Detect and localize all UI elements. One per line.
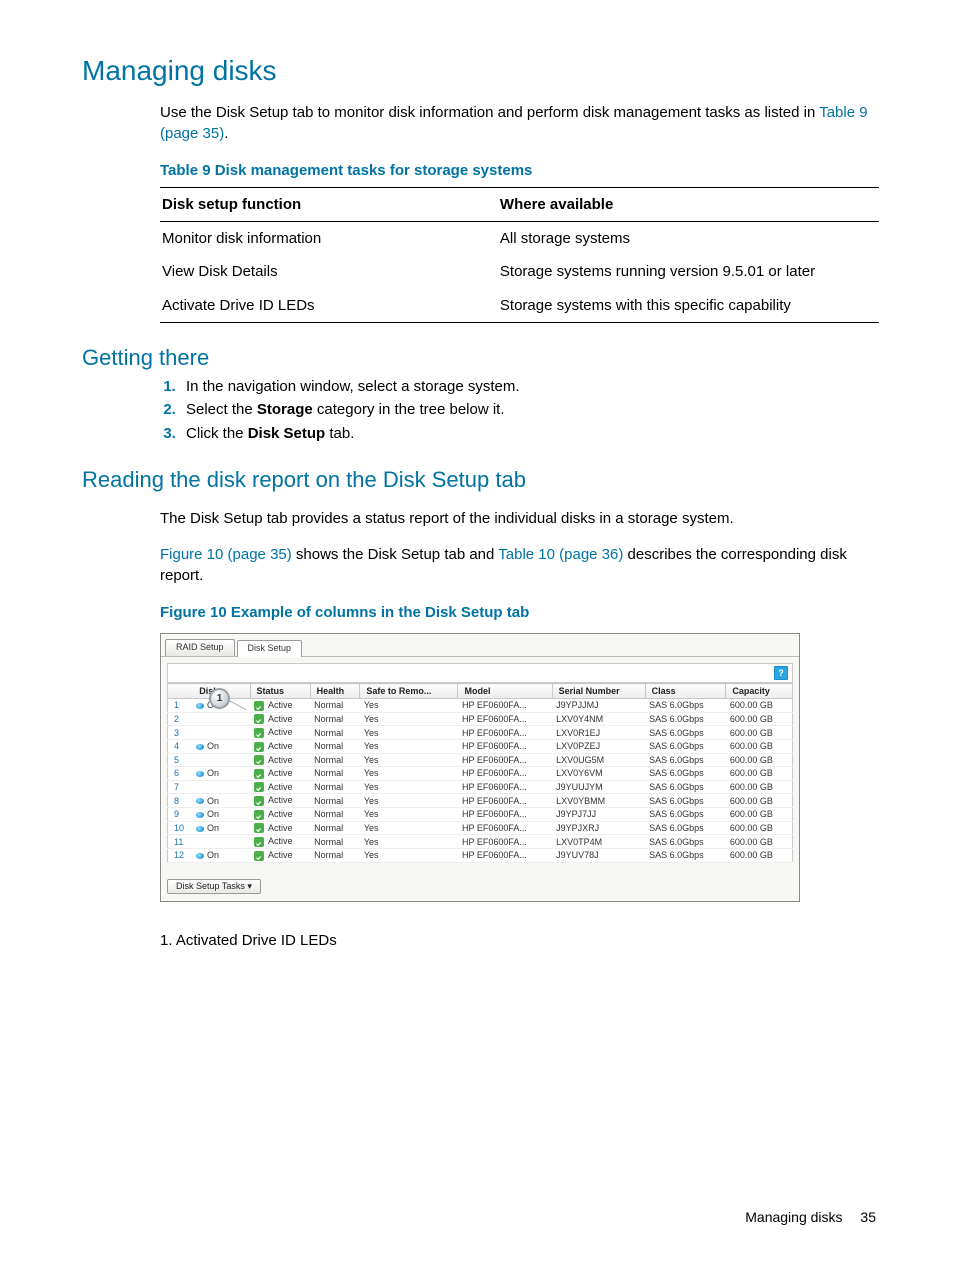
status-ok-icon bbox=[254, 796, 264, 806]
table-row[interactable]: 8OnActiveNormalYesHP EF0600FA...LXV0YBMM… bbox=[168, 794, 793, 808]
led-on-icon bbox=[196, 826, 204, 832]
table-row: Monitor disk informationAll storage syst… bbox=[160, 222, 879, 256]
help-icon[interactable]: ? bbox=[774, 666, 788, 680]
status-ok-icon bbox=[254, 742, 264, 752]
table-row[interactable]: 2ActiveNormalYesHP EF0600FA...LXV0Y4NMSA… bbox=[168, 712, 793, 726]
status-ok-icon bbox=[254, 810, 264, 820]
getting-there-heading: Getting there bbox=[82, 345, 879, 371]
col-status[interactable]: Status bbox=[250, 684, 310, 699]
intro-para: Use the Disk Setup tab to monitor disk i… bbox=[160, 102, 879, 145]
status-ok-icon bbox=[254, 769, 264, 779]
disk-table: Disk Status Health Safe to Remo... Model… bbox=[167, 683, 793, 863]
col-class[interactable]: Class bbox=[645, 684, 726, 699]
status-ok-icon bbox=[254, 728, 264, 738]
table10-xref[interactable]: Table 10 (page 36) bbox=[498, 546, 623, 563]
table-row: Activate Drive ID LEDsStorage systems wi… bbox=[160, 289, 879, 323]
led-on-icon bbox=[196, 853, 204, 859]
callout-1: 1 bbox=[209, 688, 230, 709]
figure10-caption: Figure 10 Example of columns in the Disk… bbox=[160, 602, 879, 623]
reading-para2: Figure 10 (page 35) shows the Disk Setup… bbox=[160, 544, 879, 587]
reading-heading: Reading the disk report on the Disk Setu… bbox=[82, 467, 879, 493]
disk-setup-tasks-button[interactable]: Disk Setup Tasks ▾ bbox=[167, 879, 261, 894]
col-capacity[interactable]: Capacity bbox=[726, 684, 793, 699]
step-1: In the navigation window, select a stora… bbox=[180, 375, 879, 398]
reading-para1: The Disk Setup tab provides a status rep… bbox=[160, 508, 879, 529]
status-ok-icon bbox=[254, 701, 264, 711]
figure-legend: 1. Activated Drive ID LEDs bbox=[160, 930, 879, 951]
status-ok-icon bbox=[254, 714, 264, 724]
table-row[interactable]: 12OnActiveNormalYesHP EF0600FA...J9YUV78… bbox=[168, 848, 793, 862]
table-row[interactable]: 1OnActiveNormalYesHP EF0600FA...J9YPJJMJ… bbox=[168, 699, 793, 713]
table-row[interactable]: 11ActiveNormalYesHP EF0600FA...LXV0TP4MS… bbox=[168, 835, 793, 849]
status-ok-icon bbox=[254, 837, 264, 847]
table-row[interactable]: 3ActiveNormalYesHP EF0600FA...LXV0R1EJSA… bbox=[168, 726, 793, 740]
figure10-screenshot: RAID Setup Disk Setup ? Disk Status Heal… bbox=[160, 633, 800, 902]
status-ok-icon bbox=[254, 823, 264, 833]
col-serial[interactable]: Serial Number bbox=[552, 684, 645, 699]
tab-raid-setup[interactable]: RAID Setup bbox=[165, 639, 235, 656]
intro-suffix: . bbox=[224, 125, 228, 142]
footer-page-number: 35 bbox=[860, 1209, 876, 1225]
figure10-xref[interactable]: Figure 10 (page 35) bbox=[160, 546, 292, 563]
col-model[interactable]: Model bbox=[458, 684, 552, 699]
status-ok-icon bbox=[254, 782, 264, 792]
table-row[interactable]: 9OnActiveNormalYesHP EF0600FA...J9YPJ7JJ… bbox=[168, 808, 793, 822]
table9: Disk setup function Where available Moni… bbox=[160, 187, 879, 323]
col-safe[interactable]: Safe to Remo... bbox=[360, 684, 458, 699]
led-on-icon bbox=[196, 812, 204, 818]
tab-disk-setup[interactable]: Disk Setup bbox=[237, 640, 303, 657]
led-on-icon bbox=[196, 703, 204, 709]
table9-h1: Disk setup function bbox=[160, 187, 498, 221]
table-row[interactable]: 10OnActiveNormalYesHP EF0600FA...J9YPJXR… bbox=[168, 821, 793, 835]
step-2: Select the Storage category in the tree … bbox=[180, 398, 879, 421]
led-on-icon bbox=[196, 744, 204, 750]
table-row[interactable]: 6OnActiveNormalYesHP EF0600FA...LXV0Y6VM… bbox=[168, 767, 793, 781]
page-title: Managing disks bbox=[82, 55, 879, 87]
table-row[interactable]: 5ActiveNormalYesHP EF0600FA...LXV0UG5MSA… bbox=[168, 753, 793, 767]
intro-text: Use the Disk Setup tab to monitor disk i… bbox=[160, 104, 819, 121]
status-ok-icon bbox=[254, 851, 264, 861]
table-row[interactable]: 4OnActiveNormalYesHP EF0600FA...LXV0PZEJ… bbox=[168, 739, 793, 753]
led-on-icon bbox=[196, 798, 204, 804]
status-ok-icon bbox=[254, 755, 264, 765]
footer-section: Managing disks bbox=[745, 1209, 842, 1225]
table9-h2: Where available bbox=[498, 187, 879, 221]
page-footer: Managing disks 35 bbox=[745, 1209, 876, 1225]
table9-caption: Table 9 Disk management tasks for storag… bbox=[160, 160, 879, 181]
table-row: View Disk DetailsStorage systems running… bbox=[160, 255, 879, 288]
led-on-icon bbox=[196, 771, 204, 777]
table-row[interactable]: 7ActiveNormalYesHP EF0600FA...J9YUUJYMSA… bbox=[168, 780, 793, 794]
step-3: Click the Disk Setup tab. bbox=[180, 422, 879, 445]
col-health[interactable]: Health bbox=[310, 684, 360, 699]
